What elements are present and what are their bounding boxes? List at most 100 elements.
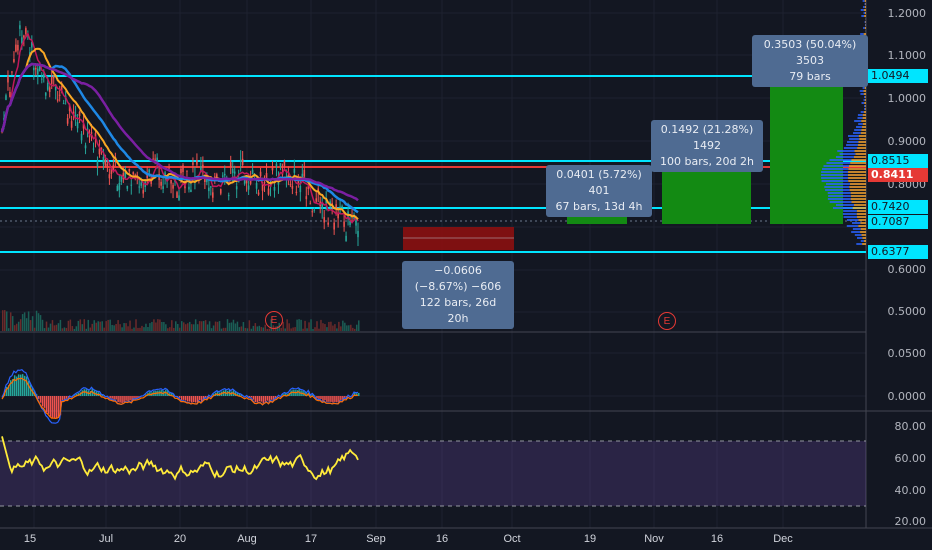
volume-profile-bar (835, 156, 854, 158)
volume-bar (338, 321, 340, 331)
volume-bar (206, 324, 209, 331)
candle-body (54, 86, 57, 91)
volume-bar (220, 328, 223, 331)
macd-histogram-bar (344, 396, 346, 398)
volume-profile-bar (861, 15, 865, 17)
volume-bar (264, 324, 267, 331)
candle-body (170, 179, 172, 184)
candle-body (235, 186, 238, 190)
volume-profile-bar (849, 138, 860, 140)
volume-profile-bar (821, 180, 849, 182)
volume-bar (125, 323, 127, 331)
volume-bar (358, 320, 360, 331)
candle-body (118, 182, 121, 190)
volume-bar (137, 327, 139, 331)
rsi-axis-label: 20.00 (894, 515, 927, 528)
candle-body (168, 167, 170, 169)
volume-profile-bar (857, 216, 866, 218)
volume-bar (354, 328, 356, 331)
volume-bar (212, 325, 215, 331)
candle-body (210, 186, 212, 188)
volume-bar (234, 323, 237, 331)
volume-bar (192, 324, 195, 331)
time-axis-label: Oct (503, 533, 521, 545)
macd-histogram-bar (179, 396, 181, 398)
candle-body (140, 182, 143, 186)
price-axis-label: 1.2000 (887, 7, 927, 20)
volume-profile-bar (861, 102, 865, 104)
volume-bar (93, 320, 95, 331)
volume-profile-bar (820, 174, 848, 176)
candle-body (13, 59, 15, 62)
price-axis-label: 0.5000 (887, 305, 927, 318)
macd-histogram-bar (264, 396, 267, 402)
volume-profile-bar (865, 99, 866, 101)
volume-bar (340, 326, 342, 331)
volume-bar (91, 323, 93, 331)
measure-line: 100 bars, 20d 2h (660, 155, 754, 168)
volume-profile-bar (858, 144, 866, 146)
candle-body (212, 192, 214, 198)
volume-profile-bar (849, 189, 866, 191)
volume-bar (200, 321, 203, 331)
candle-body (156, 157, 158, 162)
volume-bar (298, 319, 300, 331)
macd-histogram-bar (39, 396, 42, 403)
volume-bar (266, 328, 269, 331)
volume-profile-bar (843, 216, 858, 218)
macd-histogram-bar (127, 396, 129, 402)
volume-bar (111, 324, 113, 331)
earnings-event-icon[interactable]: E (658, 312, 676, 330)
volume-bar (173, 327, 175, 331)
volume-profile-bar (860, 132, 866, 134)
volume-profile-bar (851, 231, 861, 233)
volume-bar (286, 319, 288, 331)
volume-profile-bar (823, 165, 850, 167)
volume-profile-bar (863, 90, 866, 92)
macd-histogram-bar (111, 396, 113, 399)
volume-profile-bar (857, 114, 863, 116)
volume-bar (3, 310, 6, 331)
volume-bar (69, 319, 72, 331)
volume-profile-bar (848, 171, 866, 173)
candle-body (305, 196, 308, 200)
volume-profile-bar (856, 126, 863, 128)
volume-profile-bar (852, 228, 861, 230)
volume-bar (77, 320, 80, 331)
volume-bar (250, 328, 253, 331)
volume-bar (13, 325, 16, 331)
candle-body (46, 82, 49, 90)
candle-body (120, 176, 123, 182)
volume-profile-bar (856, 210, 866, 212)
volume-profile-bar (827, 192, 851, 194)
volume-profile-bar (860, 93, 864, 95)
volume-profile-bar (862, 87, 865, 89)
volume-bar (9, 312, 12, 331)
volume-bar (55, 324, 58, 331)
macd-histogram-bar (121, 396, 123, 404)
volume-profile-bar (824, 186, 850, 188)
volume-bar (296, 319, 298, 331)
volume-profile-bar (854, 120, 862, 122)
candle-body (128, 168, 131, 172)
level-tag-4: 0.7087 (868, 215, 928, 229)
volume-bar (190, 324, 193, 331)
volume-profile-bar (858, 123, 863, 125)
earnings-event-icon[interactable]: E (265, 311, 283, 329)
candle-body (303, 169, 306, 177)
volume-bar (226, 319, 229, 331)
macd-histogram-bar (334, 396, 336, 402)
volume-bar (348, 325, 350, 331)
candle-body (221, 175, 224, 177)
macd-histogram-bar (47, 396, 50, 414)
volume-profile-bar (863, 12, 866, 14)
volume-bar (25, 318, 28, 331)
volume-profile-bar (852, 207, 866, 209)
macd-histogram-bar (318, 396, 320, 399)
volume-profile-bar (843, 210, 857, 212)
volume-bar (320, 319, 322, 331)
candle-body (19, 25, 21, 29)
candle-body (343, 221, 345, 227)
volume-profile-bar (864, 108, 866, 110)
volume-profile-bar (847, 219, 859, 221)
